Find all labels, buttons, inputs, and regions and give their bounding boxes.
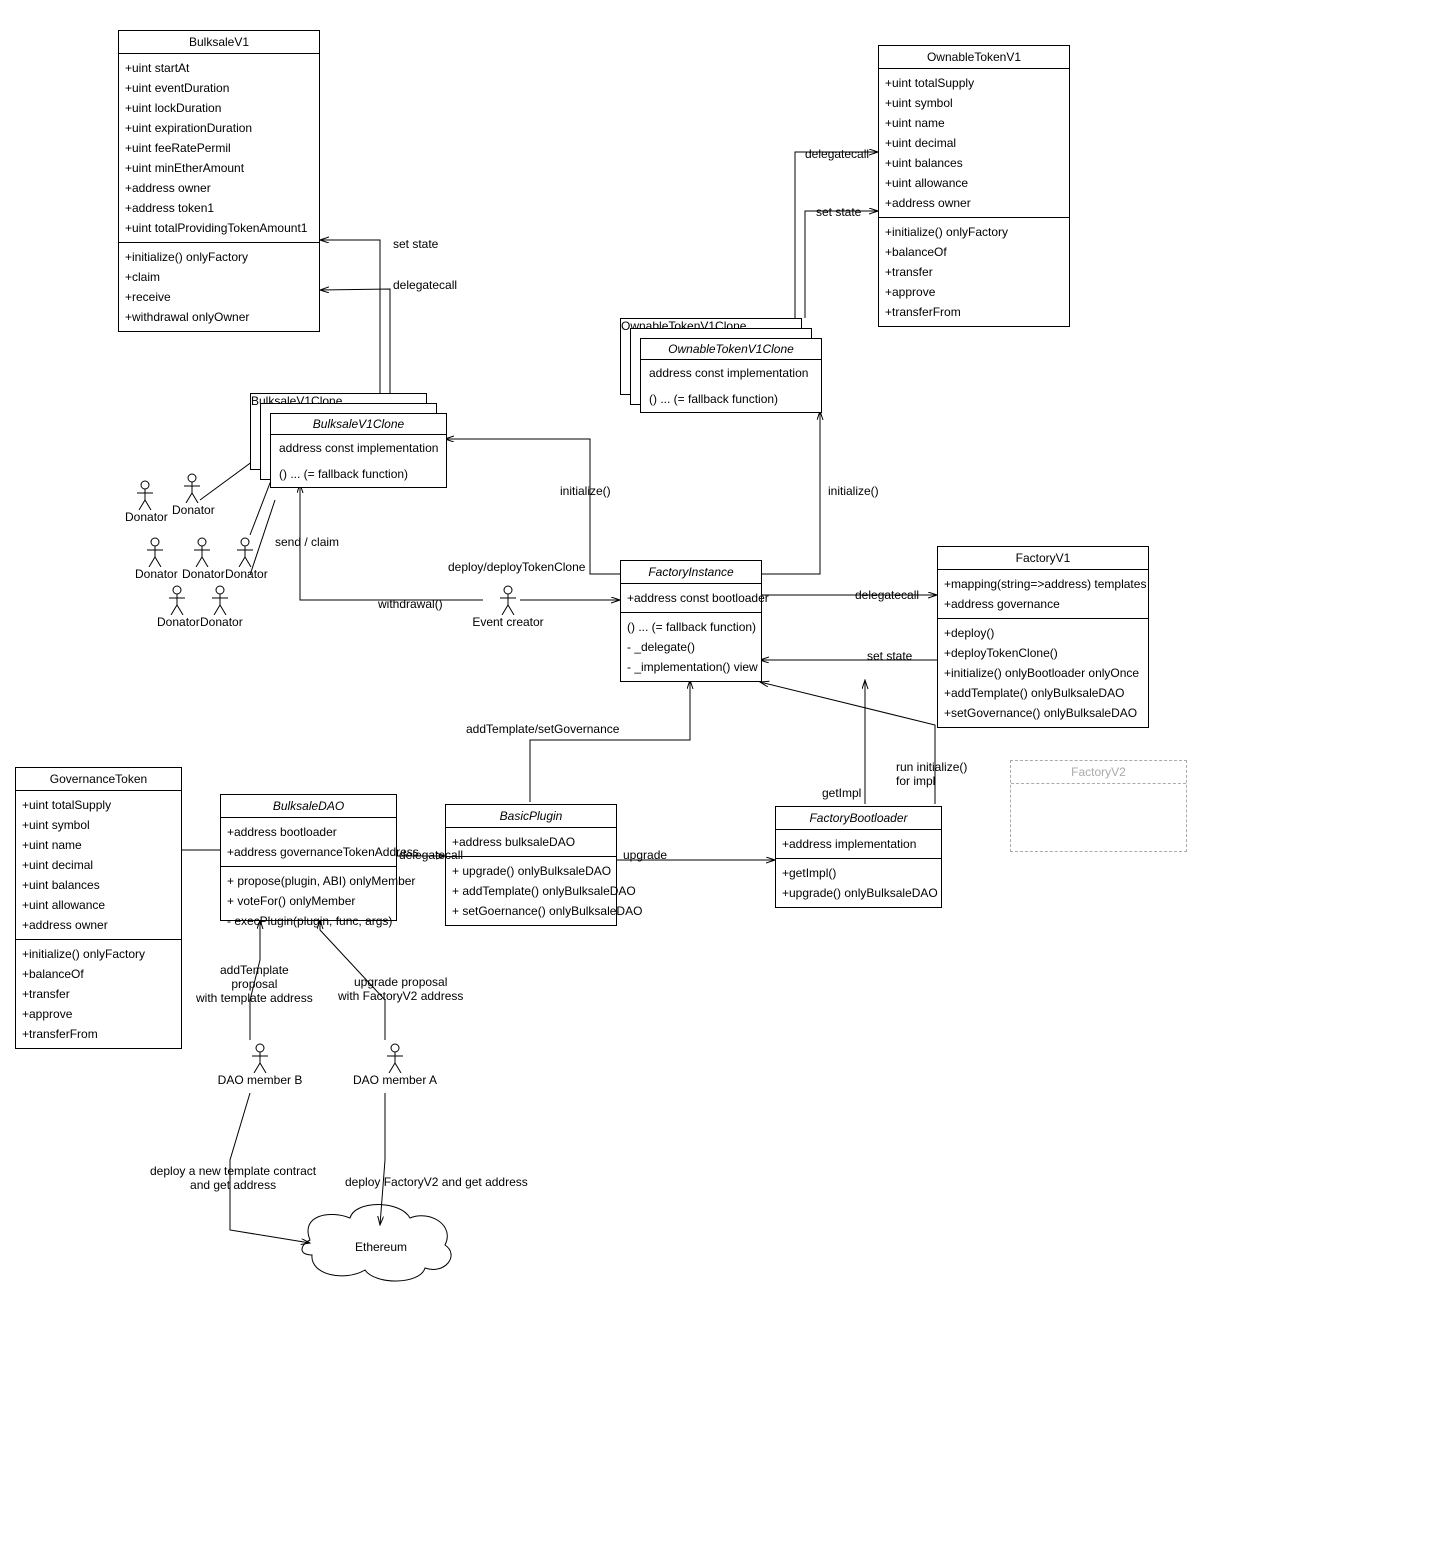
- label-addtemplate-proposal: addTemplate proposal with template addre…: [196, 963, 313, 1005]
- label-getimpl: getImpl: [822, 786, 861, 800]
- label-send-claim: send / claim: [275, 535, 339, 549]
- label-delegatecall: delegatecall: [393, 278, 457, 292]
- label-delegatecall: delegatecall: [855, 588, 919, 602]
- person-icon: [212, 585, 228, 615]
- person-icon: [169, 585, 185, 615]
- person-icon: [184, 473, 200, 503]
- class-ownabletokenv1clone-stack: OwnableTokenV1Clone OwnableTokenV1Clone …: [620, 318, 820, 413]
- class-bulksalev1clone-stack: BulksaleV1Clone BulksaleV1Clone address …: [250, 393, 450, 488]
- class-governancetoken: GovernanceToken +uint totalSupply +uint …: [15, 767, 182, 1049]
- person-icon: [147, 537, 163, 567]
- class-basicplugin: BasicPlugin +address bulksaleDAO + upgra…: [445, 804, 617, 926]
- class-factoryv2-ghost: FactoryV2: [1010, 760, 1187, 852]
- actor-event-creator: Event creator: [468, 585, 548, 629]
- actor-donator: Donator: [182, 537, 222, 581]
- actor-dao-member-b: DAO member B: [215, 1043, 305, 1087]
- actor-donator: Donator: [125, 480, 165, 524]
- person-icon: [194, 537, 210, 567]
- person-icon: [500, 585, 516, 615]
- class-factoryv1: FactoryV1 +mapping(string=>address) temp…: [937, 546, 1149, 728]
- label-set-state: set state: [816, 205, 861, 219]
- label-deploy-factoryv2: deploy FactoryV2 and get address: [345, 1175, 528, 1189]
- person-icon: [252, 1043, 268, 1073]
- actor-dao-member-a: DAO member A: [350, 1043, 440, 1087]
- class-title: OwnableTokenV1: [879, 46, 1069, 69]
- class-factoryinstance: FactoryInstance +address const bootloade…: [620, 560, 762, 682]
- label-delegatecall: delegatecall: [805, 147, 869, 161]
- actor-donator: Donator: [225, 537, 265, 581]
- label-deploy-new-template: deploy a new template contract and get a…: [150, 1164, 316, 1192]
- actor-donator: Donator: [157, 585, 197, 629]
- actor-donator: Donator: [200, 585, 240, 629]
- class-factorybootloader: FactoryBootloader +address implementatio…: [775, 806, 942, 908]
- person-icon: [137, 480, 153, 510]
- class-ownabletokenv1: OwnableTokenV1 +uint totalSupply +uint s…: [878, 45, 1070, 327]
- class-bulksaledao: BulksaleDAO +address bootloader +address…: [220, 794, 397, 921]
- label-delegatecall: delegatecall: [399, 848, 463, 862]
- label-initialize: initialize(): [560, 484, 611, 498]
- label-withdrawal: withdrawal(): [378, 597, 443, 611]
- label-upgrade-proposal: upgrade proposal with FactoryV2 address: [338, 975, 463, 1003]
- label-addtemplate-setgov: addTemplate/setGovernance: [466, 722, 619, 736]
- label-run-initialize: run initialize() for impl: [896, 760, 967, 788]
- label-set-state: set state: [393, 237, 438, 251]
- label-ethereum: Ethereum: [355, 1240, 407, 1254]
- label-deploy-deploytokenclone: deploy/deployTokenClone: [448, 560, 585, 574]
- person-icon: [387, 1043, 403, 1073]
- label-initialize: initialize(): [828, 484, 879, 498]
- class-title: BulksaleV1: [119, 31, 319, 54]
- person-icon: [237, 537, 253, 567]
- actor-donator: Donator: [172, 473, 212, 517]
- label-set-state: set state: [867, 649, 912, 663]
- actor-donator: Donator: [135, 537, 175, 581]
- class-bulksalev1: BulksaleV1 +uint startAt +uint eventDura…: [118, 30, 320, 332]
- label-upgrade: upgrade: [623, 848, 667, 862]
